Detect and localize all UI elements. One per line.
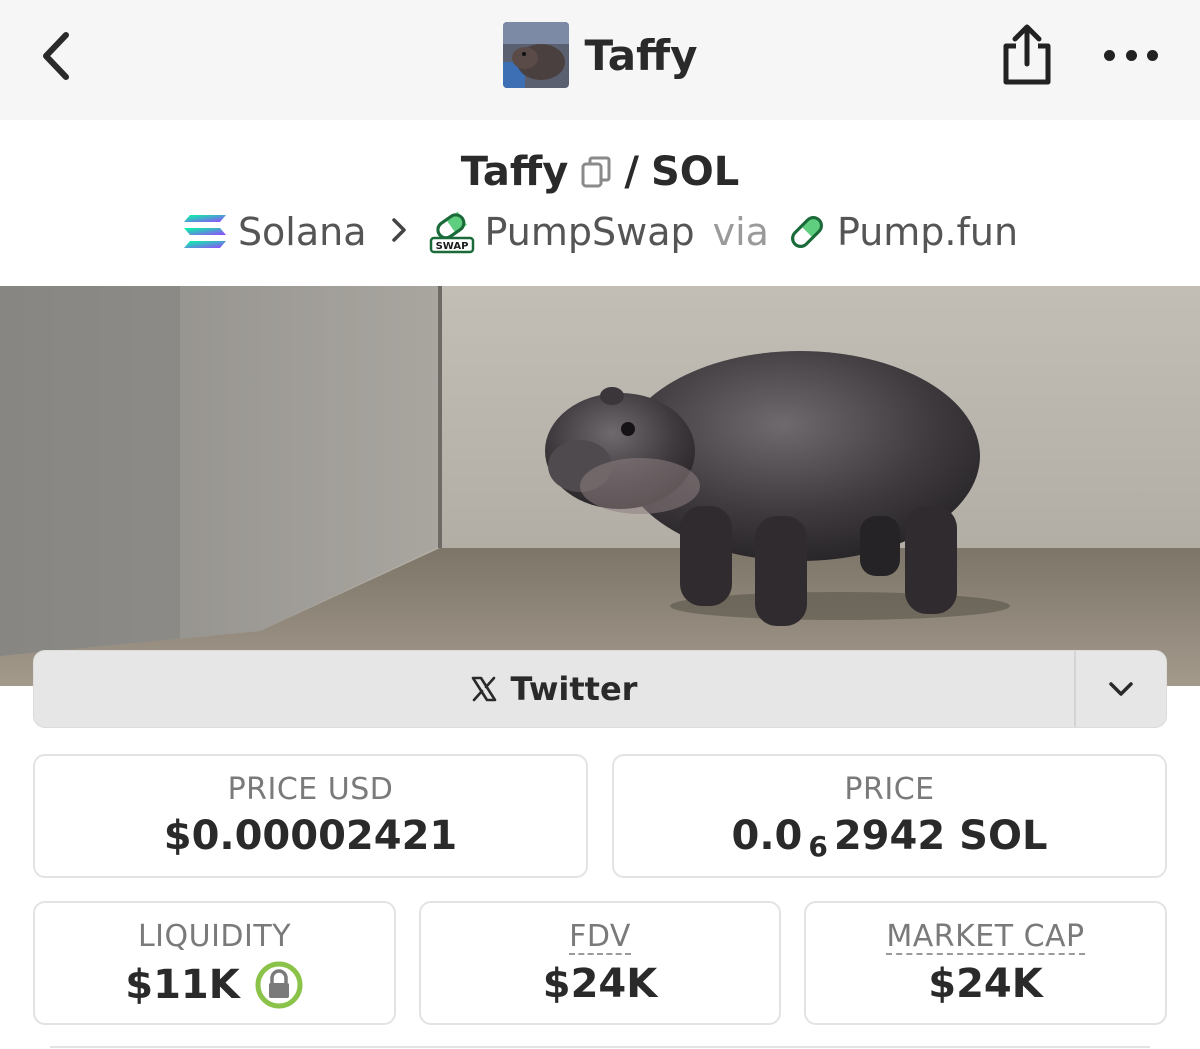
twitter-label: Twitter: [510, 670, 638, 708]
liquidity-value: $11K: [125, 962, 240, 1008]
pair-separator: /: [624, 149, 639, 195]
socials-expand-button[interactable]: [1074, 651, 1166, 727]
more-horizontal-icon: [1104, 49, 1115, 61]
token-banner-image: [0, 286, 1200, 686]
price-native-unit: SOL: [959, 813, 1048, 859]
price-native-card: PRICE 0.0 6 2942 SOL: [612, 754, 1167, 878]
solana-logo-icon: [182, 213, 228, 251]
more-options-button[interactable]: [1104, 38, 1158, 72]
fdv-card: FDV $24K: [419, 901, 781, 1025]
base-token-name: Taffy: [460, 149, 569, 195]
lock-icon[interactable]: [254, 960, 304, 1010]
market-cap-card: MARKET CAP $24K: [804, 901, 1167, 1025]
x-logo-icon: [471, 676, 496, 702]
liquidity-label: LIQUIDITY: [137, 919, 292, 954]
pumpfun-pill-icon: [787, 212, 827, 252]
price-usd-label: PRICE USD: [227, 772, 394, 807]
fdv-value: $24K: [542, 960, 658, 1007]
breadcrumb: Solana SWAP PumpSwap via Pump.fun: [0, 204, 1200, 260]
divider: [50, 1046, 1150, 1048]
pair-title: Taffy / SOL: [0, 142, 1200, 202]
breadcrumb-via: via: [712, 210, 769, 254]
chevron-right-icon: [391, 212, 407, 252]
price-usd-value: $0.00002421: [163, 813, 458, 859]
market-cap-value: $24K: [928, 960, 1043, 1007]
price-native-lead: 0.0: [731, 813, 803, 859]
social-links-bar: Twitter: [33, 650, 1167, 728]
share-button[interactable]: [998, 22, 1056, 88]
quote-token-name: SOL: [650, 149, 740, 195]
breadcrumb-chain[interactable]: Solana: [238, 210, 367, 254]
price-native-digits: 2942: [833, 813, 946, 859]
twitter-link-button[interactable]: Twitter: [34, 651, 1074, 727]
price-native-label: PRICE: [844, 772, 935, 807]
pumpswap-badge-text: SWAP: [435, 241, 468, 252]
market-cap-label[interactable]: MARKET CAP: [886, 921, 1085, 955]
price-native-zero-count: 6: [808, 829, 828, 863]
share-icon: [1003, 24, 1051, 85]
nav-title: Taffy: [584, 30, 698, 80]
fdv-label[interactable]: FDV: [569, 921, 631, 955]
pumpswap-logo-icon: SWAP: [429, 210, 475, 254]
copy-icon[interactable]: [580, 155, 612, 189]
chevron-down-icon: [1109, 682, 1133, 696]
token-avatar[interactable]: [502, 22, 569, 88]
breadcrumb-launchpad[interactable]: Pump.fun: [837, 210, 1018, 254]
top-navigation-bar: Taffy: [0, 0, 1200, 120]
price-usd-card: PRICE USD $0.00002421: [33, 754, 588, 878]
breadcrumb-dex[interactable]: PumpSwap: [485, 210, 695, 254]
liquidity-card: LIQUIDITY $11K: [33, 901, 396, 1025]
